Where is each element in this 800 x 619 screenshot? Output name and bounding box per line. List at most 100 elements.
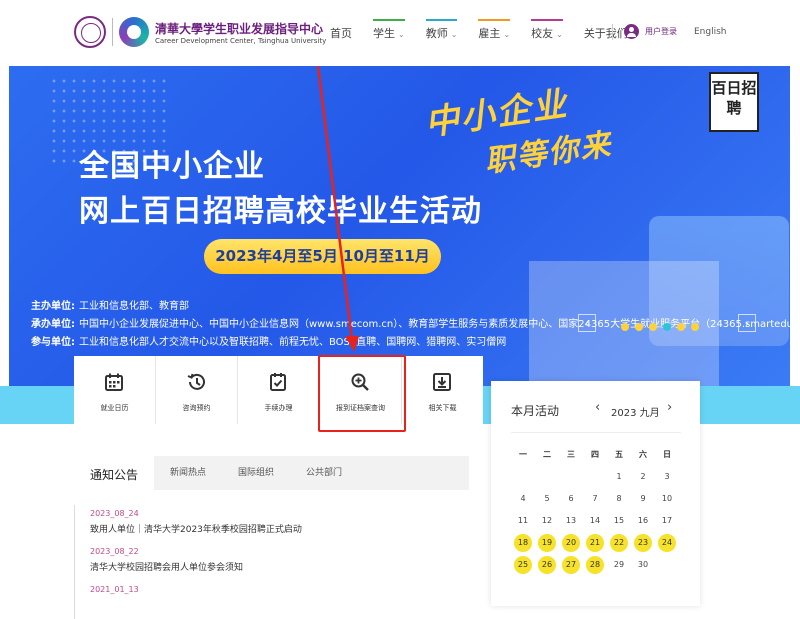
calendar-day-number: 13 <box>565 516 577 525</box>
tsinghua-seal-logo[interactable] <box>74 16 106 48</box>
calendar-day[interactable]: 8 <box>607 488 631 510</box>
calendar-day[interactable]: 16 <box>631 510 655 532</box>
calendar-day-number: 20 <box>562 534 580 552</box>
calendar-day[interactable]: 3 <box>655 466 679 488</box>
calendar-day-number: 29 <box>613 560 625 569</box>
chevron-down-icon: ⌄ <box>450 30 458 39</box>
tab-public-sector[interactable]: 公共部门 <box>290 456 358 490</box>
news-title[interactable]: 致用人单位｜清华大学2023年秋季校园招聘正式启动 <box>90 522 469 535</box>
banner-prev-arrow[interactable]: ‹ <box>578 314 596 332</box>
list-item[interactable]: 2021_01_13 <box>74 581 469 619</box>
calendar-day-activity[interactable]: 23 <box>631 532 655 554</box>
calendar-day-activity[interactable]: 27 <box>559 554 583 576</box>
nav-separator <box>612 24 613 40</box>
nav-color-bar <box>373 19 405 21</box>
download-icon <box>433 373 451 391</box>
calendar-day[interactable]: 11 <box>511 510 535 532</box>
calendar-day <box>559 466 583 488</box>
hero-banner[interactable]: 中小企业 职等你来 百日招聘 全国中小企业 网上百日招聘高校毕业生活动 2023… <box>9 66 790 386</box>
org-line-participants: 参与单位: 工业和信息化部人才交流中心以及智联招聘、前程无忧、BOSS直聘、国聘网… <box>31 337 507 348</box>
nav-item-2[interactable]: 教师 ⌄ <box>425 19 458 41</box>
calendar-day[interactable]: 30 <box>631 554 655 576</box>
calendar-day[interactable]: 4 <box>511 488 535 510</box>
news-title[interactable]: 清华大学校园招聘会用人单位参会须知 <box>90 560 469 573</box>
tab-notices[interactable]: 通知公告 <box>74 456 155 492</box>
banner-next-arrow[interactable]: › <box>738 314 756 332</box>
calendar-day-number: 30 <box>637 560 649 569</box>
calendar-prev-month-icon[interactable]: ‹ <box>595 400 600 415</box>
calendar-day <box>511 466 535 488</box>
tool-consult-booking[interactable]: 咨询预约 <box>156 356 238 424</box>
calendar-week-row: 25 26 27 28 29 30 <box>511 554 679 576</box>
banner-dot[interactable] <box>677 323 685 331</box>
calendar-day-number: 7 <box>592 494 598 503</box>
checklist-icon <box>270 373 286 391</box>
calendar-day-activity[interactable]: 19 <box>535 532 559 554</box>
nav-item-1[interactable]: 学生 ⌄ <box>373 19 405 41</box>
tab-intl-orgs[interactable]: 国际组织 <box>222 456 290 490</box>
calendar-day[interactable]: 29 <box>607 554 631 576</box>
list-item[interactable]: 2023_08_22 清华大学校园招聘会用人单位参会须知 <box>74 543 469 581</box>
calendar-day-number: 16 <box>637 516 649 525</box>
banner-dot[interactable] <box>635 323 643 331</box>
list-item[interactable]: 2023_08_24 致用人单位｜清华大学2023年秋季校园招聘正式启动 <box>74 505 469 543</box>
calendar-week-row: 11 12 13 14 15 16 17 <box>511 510 679 532</box>
news-date: 2023_08_22 <box>90 547 139 556</box>
calendar-day[interactable]: 6 <box>559 488 583 510</box>
calendar-day-activity[interactable]: 28 <box>583 554 607 576</box>
tool-downloads[interactable]: 相关下载 <box>402 356 483 424</box>
calendar-day-activity[interactable]: 22 <box>607 532 631 554</box>
calendar-day[interactable]: 10 <box>655 488 679 510</box>
nav-item-3[interactable]: 雇主 ⌄ <box>478 19 511 41</box>
calendar-day[interactable]: 15 <box>607 510 631 532</box>
calendar-day[interactable]: 1 <box>607 466 631 488</box>
calendar-icon <box>105 373 123 391</box>
banner-dot[interactable] <box>663 323 671 331</box>
calendar-day[interactable]: 14 <box>583 510 607 532</box>
tool-procedures[interactable]: 手续办理 <box>238 356 320 424</box>
calendar-day[interactable]: 2 <box>631 466 655 488</box>
banner-dot[interactable] <box>621 323 629 331</box>
calendar-weekday-row: 一二三四五六日 <box>511 444 679 466</box>
logo-divider <box>112 18 113 46</box>
calendar-day-activity[interactable]: 20 <box>559 532 583 554</box>
calendar-day-activity[interactable]: 25 <box>511 554 535 576</box>
nav-label: 校友 <box>531 27 554 40</box>
calendar-day-activity[interactable]: 18 <box>511 532 535 554</box>
calendar-day-number: 1 <box>616 472 622 481</box>
tab-news-hot[interactable]: 新闻热点 <box>154 456 222 490</box>
calendar-weekday: 二 <box>543 450 551 459</box>
calendar-day[interactable]: 5 <box>535 488 559 510</box>
calendar-day[interactable]: 12 <box>535 510 559 532</box>
calendar-day-activity[interactable]: 21 <box>583 532 607 554</box>
chevron-down-icon: ⌄ <box>398 30 405 39</box>
calendar-day-number: 11 <box>517 516 529 525</box>
nav-item-4[interactable]: 校友 ⌄ <box>531 19 563 41</box>
tool-label: 手续办理 <box>264 404 293 412</box>
nav-label: 教师 <box>425 27 448 40</box>
calendar-day-number: 25 <box>514 556 532 574</box>
language-switch-english[interactable]: English <box>694 27 727 37</box>
nav-item-0[interactable]: 首页 <box>330 25 352 41</box>
calendar-day <box>655 554 679 576</box>
banner-dot[interactable] <box>649 323 657 331</box>
banner-dot[interactable] <box>691 323 699 331</box>
calendar-day[interactable]: 9 <box>631 488 655 510</box>
calendar-day-number: 26 <box>538 556 556 574</box>
calendar-day[interactable]: 7 <box>583 488 607 510</box>
career-center-logo[interactable] <box>119 17 149 47</box>
tool-employment-calendar[interactable]: 就业日历 <box>74 356 156 424</box>
hundred-days-badge: 百日招聘 <box>709 72 759 132</box>
calendar-day[interactable]: 13 <box>559 510 583 532</box>
calendar-next-month-icon[interactable]: › <box>667 400 672 415</box>
calendar-week-row: 1 2 3 <box>511 466 679 488</box>
tool-label: 就业日历 <box>100 404 129 412</box>
calendar-divider <box>511 432 681 433</box>
calendar-day[interactable]: 17 <box>655 510 679 532</box>
chevron-down-icon: ⌄ <box>556 30 563 39</box>
calendar-day-number: 23 <box>634 534 652 552</box>
user-login-link[interactable]: 用户登录 <box>624 24 677 39</box>
calendar-day-activity[interactable]: 26 <box>535 554 559 576</box>
calendar-day-activity[interactable]: 24 <box>655 532 679 554</box>
calendar-day-number: 12 <box>541 516 553 525</box>
